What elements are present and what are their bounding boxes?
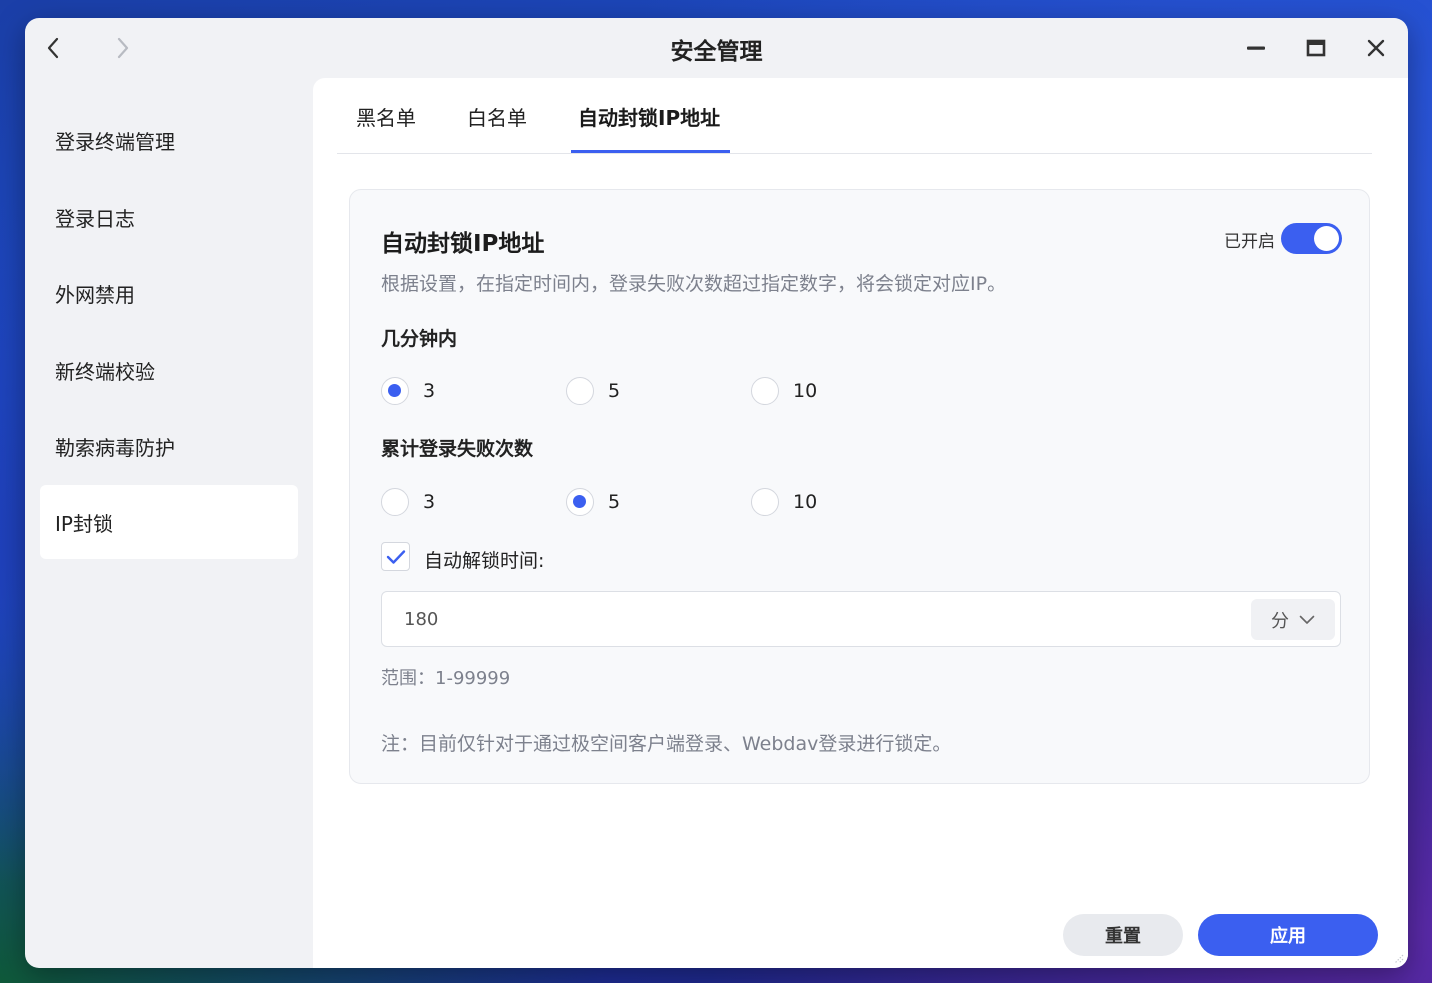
sidebar-item-label: 外网禁用 <box>55 282 135 307</box>
auto-unlock-label: 自动解锁时间: <box>424 550 545 572</box>
minimize-button[interactable] <box>1242 34 1270 62</box>
sidebar-item-ransomware-protection[interactable]: 勒索病毒防护 <box>40 409 298 483</box>
auto-unlock-checkbox[interactable] <box>381 542 410 571</box>
close-button[interactable] <box>1362 34 1390 62</box>
unlock-time-input[interactable] <box>382 592 1242 646</box>
tab-auto-block-ip[interactable]: 自动封锁IP地址 <box>578 102 720 131</box>
maximize-button[interactable] <box>1302 34 1330 62</box>
unlock-time-input-group: 分 <box>381 591 1341 647</box>
auto-block-settings-card: 自动封锁IP地址 已开启 根据设置，在指定时间内，登录失败次数超过指定数字，将会… <box>349 189 1370 784</box>
failures-radio-label: 5 <box>608 491 621 513</box>
time-unit-select[interactable]: 分 <box>1251 599 1335 640</box>
sidebar-item-label: 新终端校验 <box>55 359 155 384</box>
tab-blacklist[interactable]: 黑名单 <box>356 102 416 131</box>
minutes-radio-label: 3 <box>423 380 436 402</box>
sidebar-item-login-log[interactable]: 登录日志 <box>40 180 298 254</box>
failures-radio-10[interactable] <box>751 488 779 516</box>
maximize-icon <box>1306 39 1326 57</box>
time-unit-value: 分 <box>1271 610 1289 632</box>
tab-whitelist[interactable]: 白名单 <box>467 102 527 131</box>
failures-radio-label: 3 <box>423 491 436 513</box>
title-bar: 安全管理 <box>25 18 1408 78</box>
minutes-radio-3[interactable] <box>381 377 409 405</box>
sidebar-item-new-terminal-verification[interactable]: 新终端校验 <box>40 333 298 407</box>
sidebar: 登录终端管理 登录日志 外网禁用 新终端校验 勒索病毒防护 IP封锁 <box>25 78 313 968</box>
minutes-radio-label: 10 <box>793 380 818 402</box>
minutes-radio-label: 5 <box>608 380 621 402</box>
failures-radio-5[interactable] <box>566 488 594 516</box>
sidebar-item-ip-block[interactable]: IP封锁 <box>40 485 298 559</box>
sidebar-item-login-terminal-management[interactable]: 登录终端管理 <box>40 103 298 177</box>
sidebar-item-label: 勒索病毒防护 <box>55 435 175 460</box>
window-title: 安全管理 <box>670 39 763 65</box>
main-content: 黑名单 白名单 自动封锁IP地址 自动封锁IP地址 已开启 根据设置，在指定时间… <box>313 78 1408 968</box>
resize-grip-icon[interactable] <box>1391 951 1405 965</box>
sidebar-item-external-network-disable[interactable]: 外网禁用 <box>40 256 298 330</box>
close-icon <box>1367 39 1385 57</box>
apply-button[interactable]: 应用 <box>1198 914 1378 956</box>
sidebar-item-label: IP封锁 <box>55 511 113 536</box>
sidebar-item-label: 登录日志 <box>55 206 135 231</box>
note-text: 注：目前仅针对于通过极空间客户端登录、Webdav登录进行锁定。 <box>381 733 952 755</box>
reset-button[interactable]: 重置 <box>1063 914 1183 956</box>
checkmark-icon <box>386 549 405 564</box>
card-description: 根据设置，在指定时间内，登录失败次数超过指定数字，将会锁定对应IP。 <box>381 273 1007 295</box>
auto-block-toggle[interactable] <box>1281 223 1342 254</box>
tab-bar: 黑名单 白名单 自动封锁IP地址 <box>337 78 1372 154</box>
minutes-section-label: 几分钟内 <box>381 328 458 350</box>
sidebar-item-label: 登录终端管理 <box>55 129 175 154</box>
toggle-status-label: 已开启 <box>1224 232 1275 252</box>
minutes-radio-5[interactable] <box>566 377 594 405</box>
toggle-knob <box>1314 226 1339 251</box>
active-tab-indicator <box>571 150 730 153</box>
minimize-icon <box>1247 46 1265 50</box>
card-title: 自动封锁IP地址 <box>381 231 545 257</box>
failures-radio-3[interactable] <box>381 488 409 516</box>
failures-radio-label: 10 <box>793 491 818 513</box>
range-hint: 范围：1-99999 <box>381 668 511 689</box>
failures-section-label: 累计登录失败次数 <box>381 438 534 460</box>
security-management-window: 安全管理 登录终端管理 登录日志 外网禁用 新终端校验 勒索病毒防护 IP封锁 <box>25 18 1408 968</box>
chevron-down-icon <box>1299 615 1315 624</box>
minutes-radio-10[interactable] <box>751 377 779 405</box>
